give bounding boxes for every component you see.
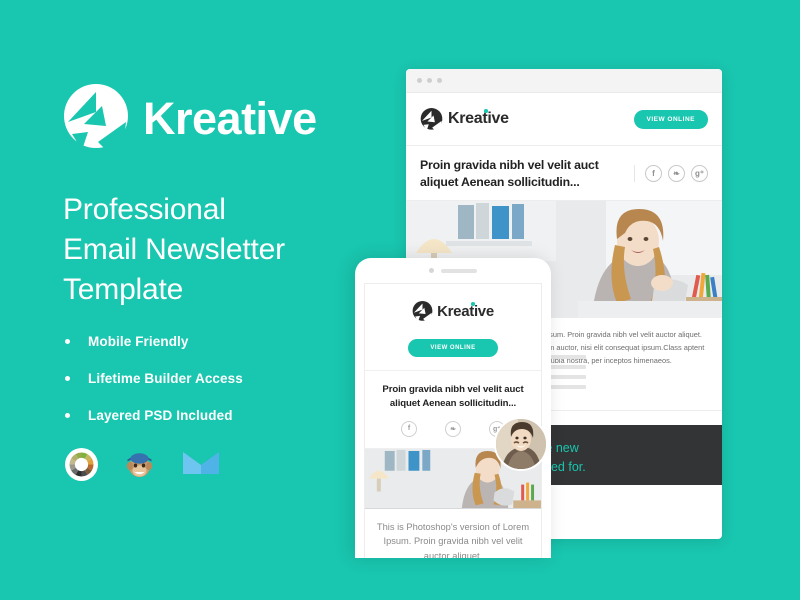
mailchimp-monkey-icon — [123, 448, 156, 481]
bullet-icon — [65, 376, 70, 381]
feature-label: Mobile Friendly — [88, 334, 189, 349]
brand-name: Kreative — [143, 92, 317, 144]
speaker-icon — [441, 268, 477, 273]
compatibility-badges — [65, 448, 219, 481]
email-brand-lockup: Kreative — [420, 107, 509, 132]
poster-canvas: Kreative Professional Email Newsletter T… — [0, 0, 800, 600]
window-dot-icon — [437, 78, 442, 83]
phone-brand-name: Kreative — [437, 302, 494, 320]
phone-view-online-button[interactable]: VIEW ONLINE — [408, 339, 498, 357]
browser-titlebar — [406, 69, 722, 93]
phone-email-header: Kreative VIEW ONLINE — [365, 284, 541, 371]
twitter-icon[interactable]: ❧ — [445, 420, 461, 437]
list-item: Layered PSD Included — [65, 408, 243, 423]
kreative-k-circle-logo-icon — [62, 82, 130, 154]
page-title: Professional Email Newsletter Template — [63, 193, 285, 306]
window-dot-icon — [427, 78, 432, 83]
phone-topbar — [355, 258, 551, 283]
email-headline: Proin gravida nibh vel velit auct alique… — [420, 158, 599, 189]
google-plus-icon[interactable]: g⁺ — [691, 165, 708, 183]
feature-list: Mobile Friendly Lifetime Builder Access … — [65, 334, 243, 445]
phone-email-headline: Proin gravida nibh vel velit auct alique… — [382, 384, 524, 409]
camera-icon — [429, 268, 434, 273]
feature-label: Layered PSD Included — [88, 408, 233, 423]
bullet-icon — [65, 413, 70, 418]
blue-envelope-icon — [181, 448, 219, 481]
phone-body-copy: This is Photoshop's version of Lorem Ips… — [376, 521, 530, 558]
list-item: Lifetime Builder Access — [65, 371, 243, 386]
email-headline-row: Proin gravida nibh vel velit auct alique… — [406, 146, 722, 202]
accent-dot-icon — [484, 109, 488, 113]
window-dot-icon — [417, 78, 422, 83]
email-header: Kreative VIEW ONLINE — [406, 93, 722, 146]
accent-dot-icon — [471, 302, 475, 306]
twitter-icon[interactable]: ❧ — [668, 165, 685, 183]
phone-brand-lockup: Kreative — [412, 300, 494, 323]
avatar — [494, 417, 548, 472]
feature-label: Lifetime Builder Access — [88, 371, 243, 386]
color-wheel-icon — [65, 448, 98, 481]
kreative-k-circle-logo-icon — [412, 300, 433, 323]
social-links: f ❧ g⁺ — [634, 165, 708, 183]
facebook-icon[interactable]: f — [401, 420, 417, 437]
view-online-button[interactable]: VIEW ONLINE — [633, 109, 708, 129]
phone-mockup: Kreative VIEW ONLINE Proin gravida nibh … — [355, 258, 551, 558]
list-item: Mobile Friendly — [65, 334, 243, 349]
brand-lockup: Kreative — [62, 82, 317, 154]
email-brand-name: Kreative — [448, 109, 509, 127]
bullet-icon — [65, 339, 70, 344]
kreative-k-circle-logo-icon — [420, 107, 443, 132]
facebook-icon[interactable]: f — [645, 165, 662, 183]
